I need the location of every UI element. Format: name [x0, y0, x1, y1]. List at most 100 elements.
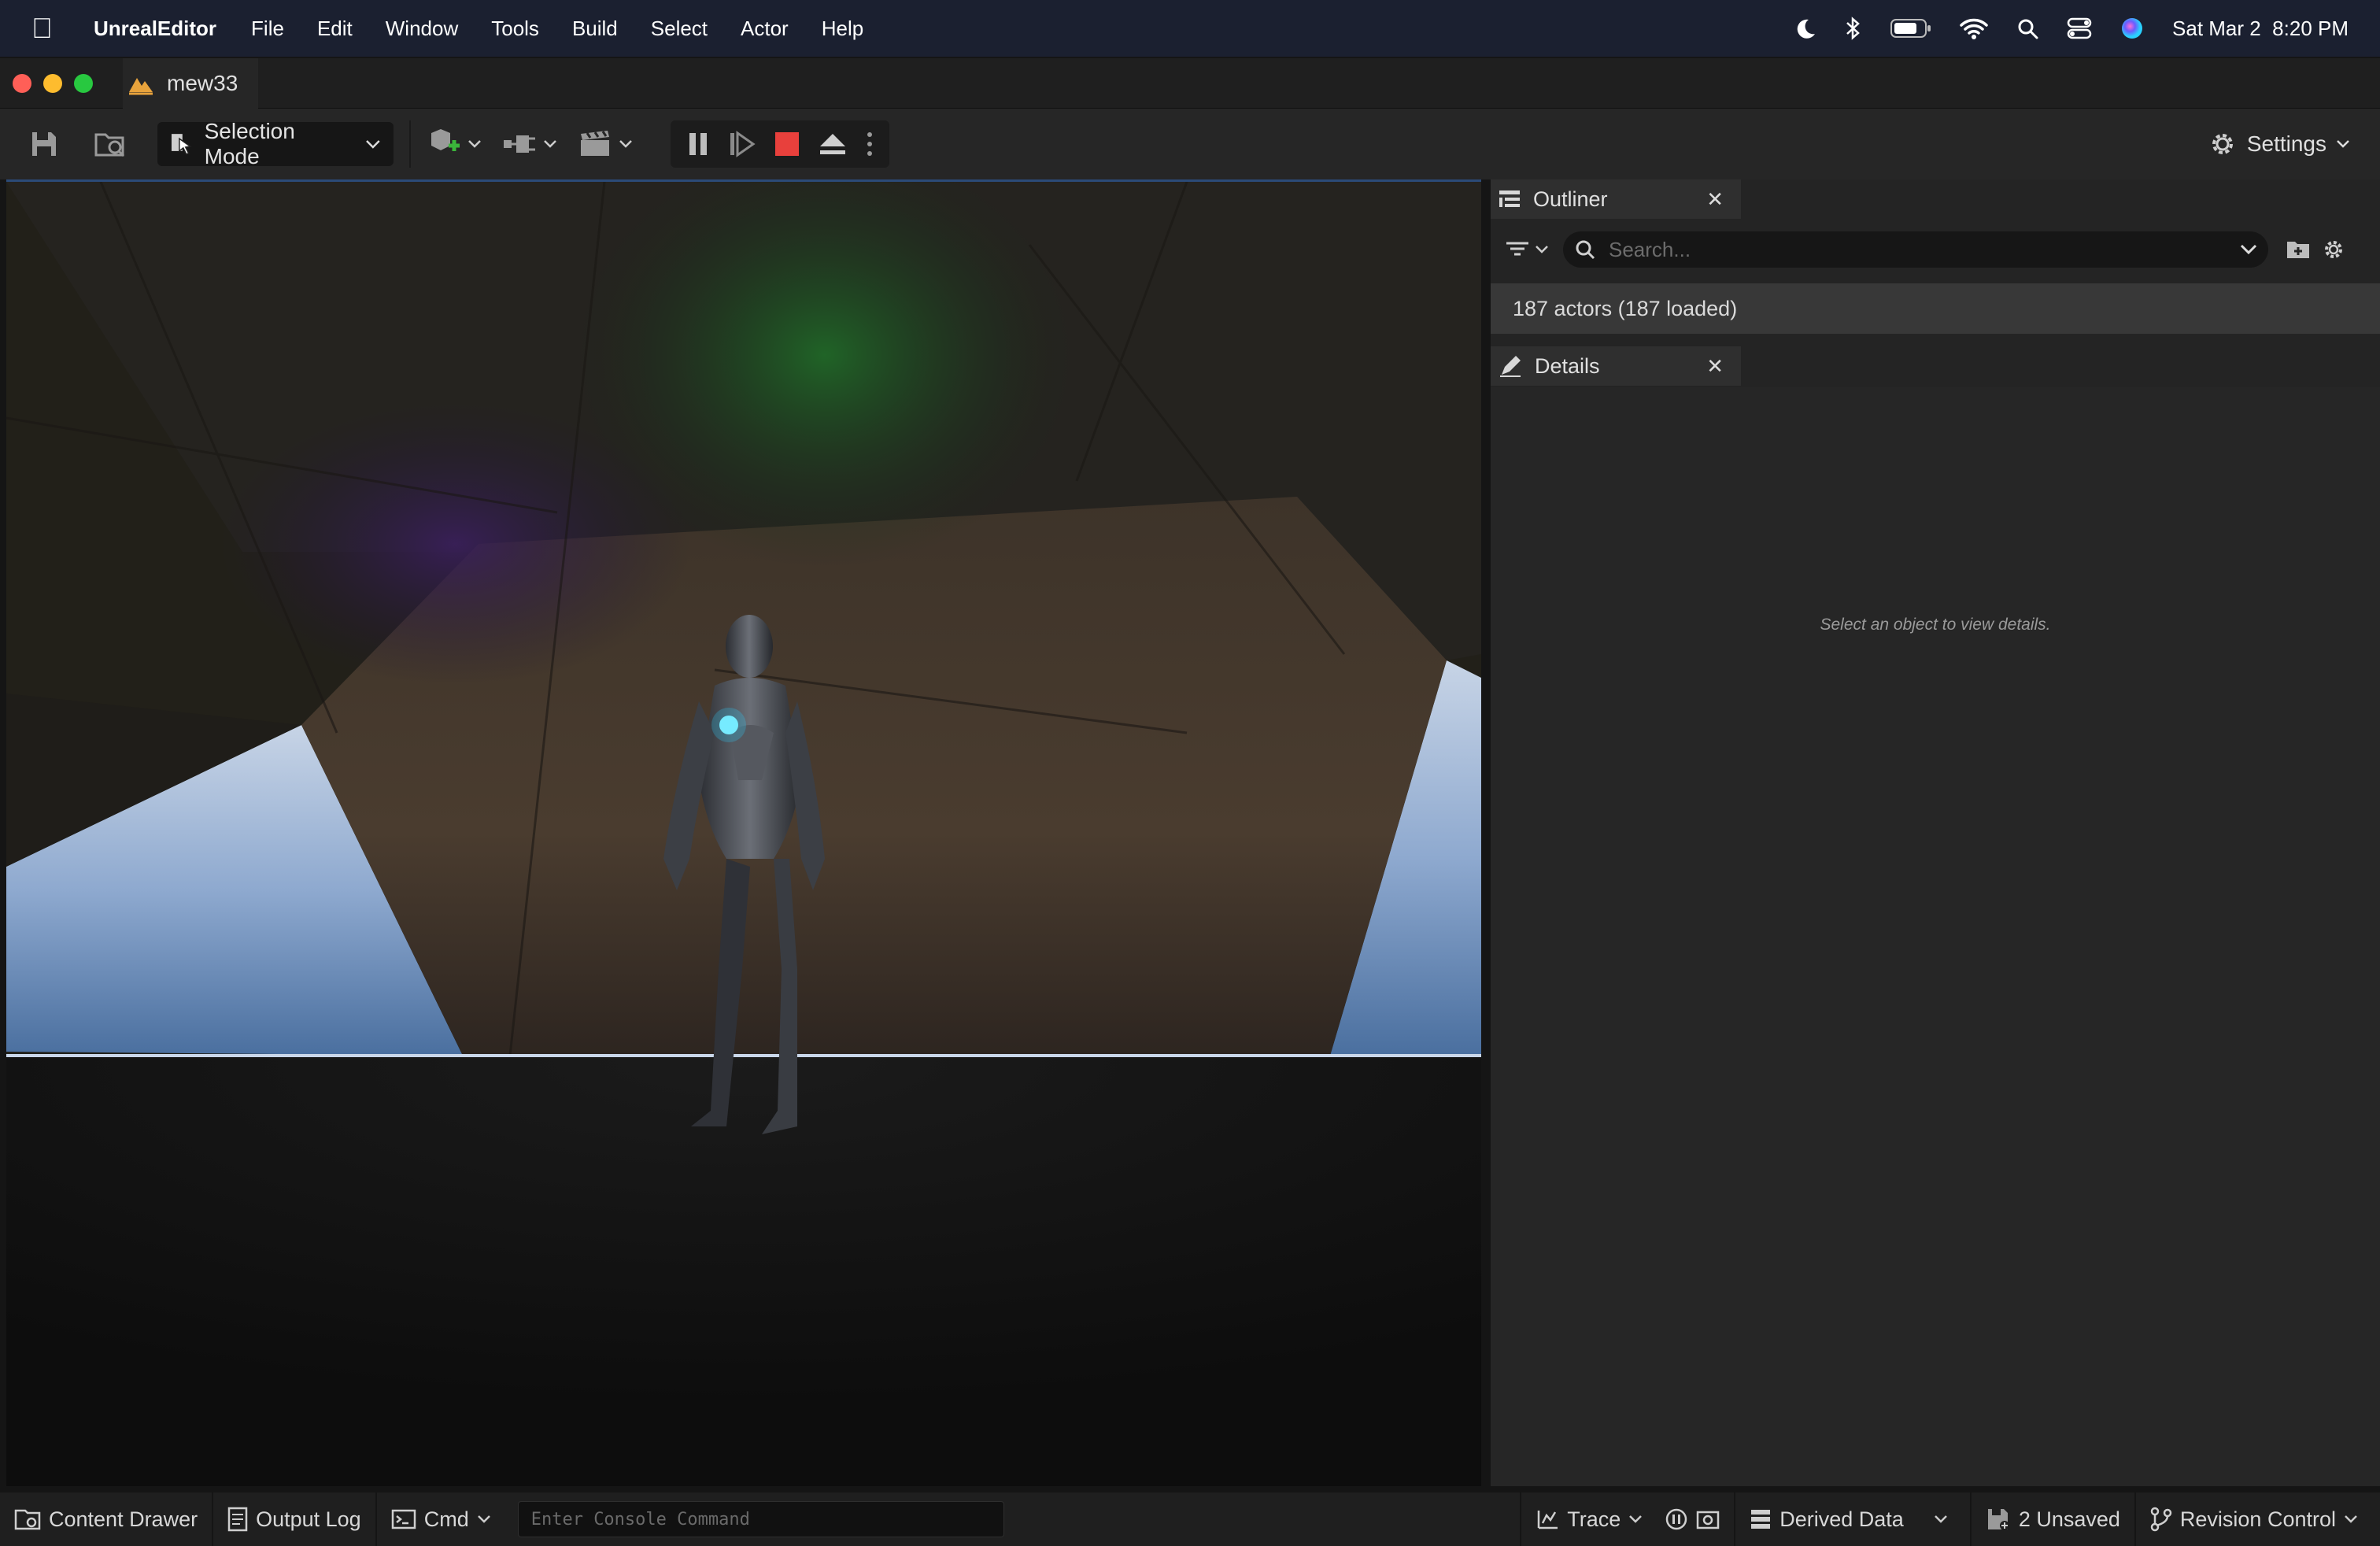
close-outliner-icon[interactable]: ✕ [1706, 187, 1724, 212]
siri-icon[interactable] [2120, 17, 2144, 40]
outliner-tab-label: Outliner [1533, 187, 1608, 211]
battery-icon[interactable] [1890, 18, 1931, 39]
menu-help[interactable]: Help [822, 17, 863, 41]
details-empty-message: Select an object to view details. [1820, 616, 2051, 634]
right-panels: Outliner ✕ Search... 187 actors (187 loa… [1491, 179, 2380, 1486]
browse-content-button[interactable] [88, 122, 132, 166]
output-log-button[interactable]: Output Log [213, 1492, 377, 1546]
screenshot-icon[interactable] [1696, 1508, 1720, 1530]
level-tab[interactable]: mew33 [123, 57, 259, 109]
output-log-label: Output Log [256, 1507, 361, 1531]
console-command-input[interactable]: Enter Console Command [517, 1501, 1004, 1537]
trace-dropdown[interactable]: Trace [1520, 1492, 1736, 1546]
level-icon [129, 77, 153, 94]
search-icon [1576, 240, 1595, 260]
record-icon[interactable] [1665, 1507, 1688, 1531]
menu-select[interactable]: Select [651, 17, 708, 41]
viewport-scene [6, 182, 1481, 1486]
cmd-dropdown[interactable]: Cmd [377, 1492, 505, 1546]
chevron-down-icon [477, 1515, 490, 1523]
menu-actor[interactable]: Actor [741, 17, 789, 41]
unsaved-assets-button[interactable]: 2 Unsaved [1972, 1492, 2136, 1546]
actor-count: 187 actors (187 loaded) [1513, 296, 1738, 320]
apple-menu-icon[interactable]:  [31, 12, 53, 45]
close-details-icon[interactable]: ✕ [1706, 354, 1724, 379]
play-controls [671, 120, 889, 168]
bluetooth-icon[interactable] [1845, 16, 1862, 41]
search-placeholder: Search... [1609, 237, 1691, 261]
cmd-label: Cmd [423, 1507, 469, 1531]
gear-icon [2212, 134, 2233, 154]
details-tab-label: Details [1535, 353, 1600, 378]
wifi-icon[interactable] [1960, 17, 1988, 39]
trace-label: Trace [1567, 1507, 1621, 1531]
derived-data-dropdown[interactable]: Derived Data [1735, 1492, 1972, 1546]
level-viewport[interactable] [6, 179, 1481, 1486]
settings-dropdown[interactable]: Settings [2208, 129, 2350, 159]
chevron-down-icon [1629, 1515, 1643, 1523]
terminal-icon [391, 1509, 416, 1529]
chevron-down-icon [1934, 1515, 1947, 1523]
status-bar: Content Drawer Output Log Cmd Enter Cons… [0, 1492, 2380, 1546]
close-window-button[interactable] [13, 73, 31, 93]
add-folder-icon[interactable] [2286, 239, 2311, 261]
add-actor-icon [431, 129, 460, 151]
chevron-down-icon[interactable] [2240, 244, 2257, 255]
derived-data-icon [1751, 1510, 1771, 1529]
control-center-icon[interactable] [2067, 17, 2092, 39]
outliner-search-input[interactable]: Search... [1563, 231, 2268, 268]
menu-tools[interactable]: Tools [491, 17, 539, 41]
more-options-icon[interactable] [866, 130, 874, 158]
blueprints-dropdown[interactable] [502, 122, 557, 166]
selection-mode-label: Selection Mode [204, 119, 295, 168]
menu-build[interactable]: Build [572, 17, 618, 41]
status-bar-right: Trace Derived Data 2 Unsaved Revision Co… [1520, 1492, 2380, 1546]
window-controls [13, 73, 93, 93]
cinematics-dropdown[interactable] [578, 122, 633, 166]
spotlight-search-icon[interactable] [2016, 17, 2038, 39]
revision-control-label: Revision Control [2179, 1507, 2336, 1531]
menu-file[interactable]: File [251, 17, 284, 41]
outliner-icon [1499, 190, 1520, 207]
details-panel: Select an object to view details. [1491, 387, 2380, 1486]
content-drawer-button[interactable]: Content Drawer [0, 1492, 214, 1546]
content-drawer-icon [14, 1509, 41, 1530]
blueprint-icon [504, 135, 535, 153]
revision-control-dropdown[interactable]: Revision Control [2136, 1492, 2380, 1546]
app-name-menu[interactable]: UnrealEditor [94, 17, 216, 41]
gear-icon[interactable] [2322, 238, 2345, 261]
chevron-down-icon [619, 140, 632, 148]
menu-edit[interactable]: Edit [317, 17, 353, 41]
outliner-search-row: Search... [1491, 220, 2380, 279]
selection-mode-dropdown[interactable]: Selection Mode [157, 119, 394, 168]
add-actor-dropdown[interactable] [427, 122, 482, 166]
stop-icon[interactable] [774, 131, 800, 157]
macos-menu-bar:  UnrealEditor File Edit Window Tools Bu… [0, 0, 2380, 57]
chevron-down-icon [544, 140, 556, 148]
filter-icon[interactable] [1505, 239, 1549, 261]
moon-icon[interactable] [1793, 17, 1816, 40]
console-placeholder: Enter Console Command [530, 1509, 750, 1529]
settings-label: Settings [2246, 131, 2326, 156]
details-pencil-icon [1500, 356, 1521, 377]
minimize-window-button[interactable] [43, 73, 62, 93]
tab-outliner[interactable]: Outliner ✕ [1491, 179, 1741, 219]
chevron-down-icon [468, 140, 481, 148]
skip-frame-icon[interactable] [728, 131, 756, 157]
output-log-icon [227, 1507, 248, 1532]
level-tab-title: mew33 [167, 70, 238, 95]
select-cursor-icon [171, 134, 192, 155]
derived-data-label: Derived Data [1779, 1507, 1904, 1531]
unsaved-icon [1987, 1509, 2009, 1530]
window-title-bar: mew33 [0, 57, 2380, 109]
revision-control-icon [2150, 1507, 2172, 1532]
save-button[interactable] [22, 122, 66, 166]
save-icon [32, 132, 56, 156]
menu-window[interactable]: Window [386, 17, 458, 41]
unsaved-label: 2 Unsaved [2018, 1507, 2120, 1531]
menubar-datetime[interactable]: Sat Mar 2 8:20 PM [2172, 17, 2349, 41]
eject-icon[interactable] [818, 131, 848, 157]
zoom-window-button[interactable] [74, 73, 93, 93]
tab-details[interactable]: Details ✕ [1491, 346, 1741, 386]
pause-icon[interactable] [686, 131, 710, 157]
